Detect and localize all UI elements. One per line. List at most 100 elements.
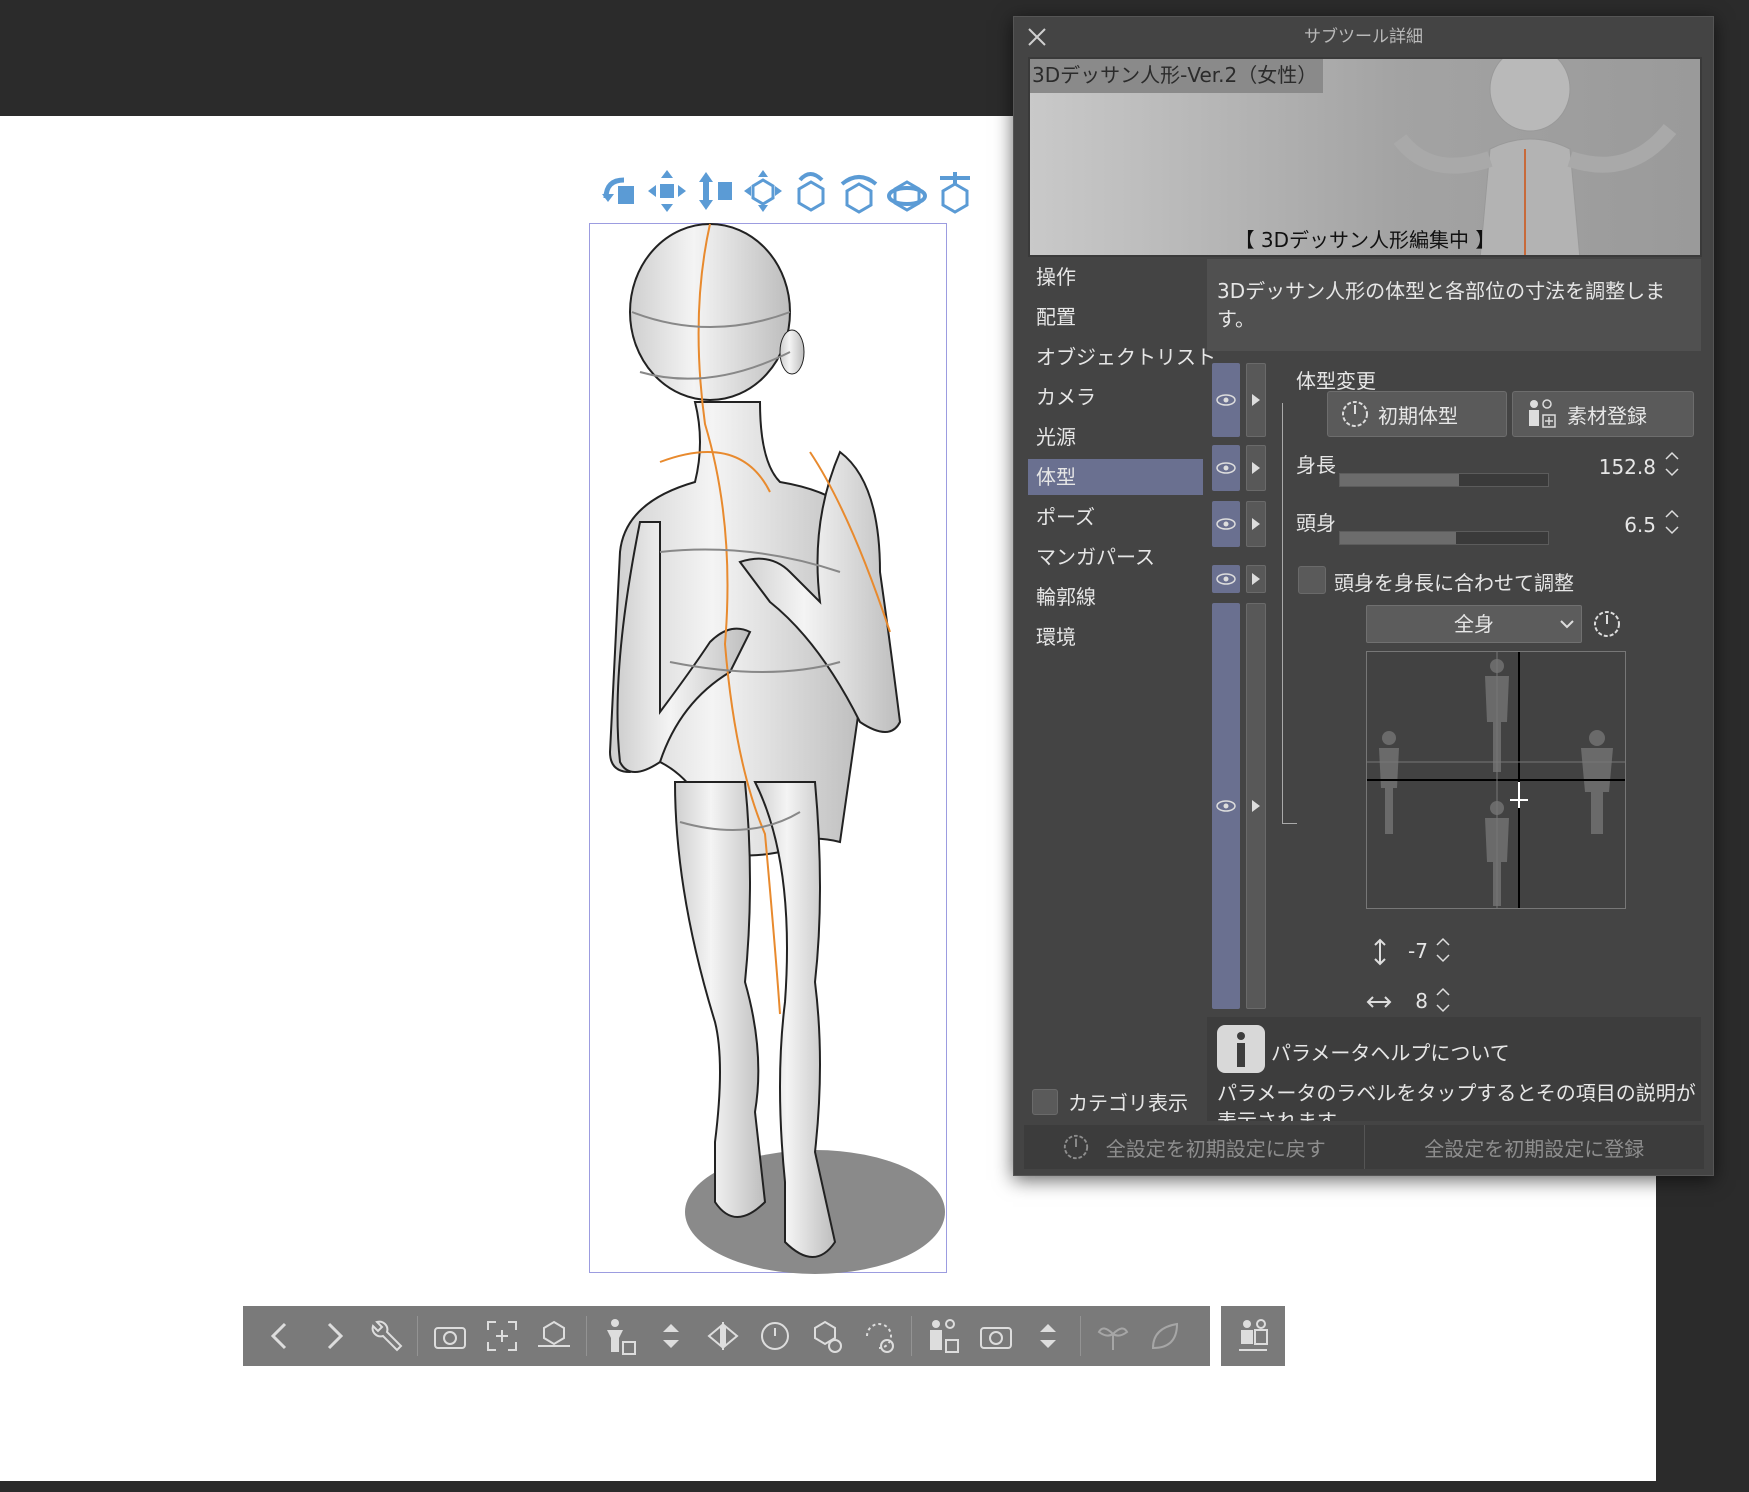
register-material-label: 素材登録 [1567, 403, 1647, 428]
expand-adjust-head[interactable] [1246, 565, 1266, 593]
head-ratio-value[interactable]: 6.5 [1544, 513, 1656, 537]
rotate-reset-icon[interactable] [853, 1310, 905, 1362]
head-ratio-spinner-icon[interactable] [1663, 507, 1681, 537]
expand-head-ratio[interactable] [1246, 501, 1266, 547]
body-shape-grid-graphic [1367, 652, 1625, 908]
body-shape-grid[interactable] [1366, 651, 1626, 909]
adjust-head-ratio-checkbox[interactable] [1298, 566, 1326, 594]
camera-icon[interactable] [424, 1310, 476, 1362]
reset-pose-icon[interactable] [749, 1310, 801, 1362]
mirror-icon[interactable] [697, 1310, 749, 1362]
category-environment[interactable]: 環境 [1028, 619, 1203, 655]
triangle-right-icon [1252, 573, 1260, 585]
vertical-arrow-icon [1374, 938, 1386, 966]
wrench-icon[interactable] [359, 1310, 411, 1362]
leaf-icon[interactable] [1139, 1310, 1191, 1362]
expand-body-part[interactable] [1246, 603, 1266, 1009]
register-all-label: 全設定を初期設定に登録 [1424, 1136, 1645, 1161]
expand-height[interactable] [1246, 445, 1266, 491]
body-part-select-value: 全身 [1454, 612, 1494, 636]
register-all-button[interactable]: 全設定を初期設定に登録 [1365, 1125, 1705, 1169]
camera-icon[interactable] [970, 1310, 1022, 1362]
camera-pan-icon[interactable] [646, 168, 688, 214]
category-outline[interactable]: 輪郭線 [1028, 579, 1203, 615]
object-align-ground-icon[interactable] [934, 168, 976, 214]
category-manga-perspective[interactable]: マンガパース [1028, 539, 1203, 575]
object-move-icon[interactable] [742, 168, 784, 214]
vertical-spinner-icon[interactable] [1434, 935, 1452, 965]
group-bracket [1282, 403, 1297, 824]
panel-footer: 全設定を初期設定に戻す 全設定を初期設定に登録 [1024, 1125, 1704, 1169]
reset-all-label: 全設定を初期設定に戻す [1105, 1136, 1326, 1161]
next-icon[interactable] [307, 1310, 359, 1362]
initial-body-button[interactable]: 初期体型 [1327, 391, 1507, 437]
head-ratio-label[interactable]: 頭身 [1296, 507, 1336, 536]
eye-toggle-body-change[interactable] [1212, 363, 1240, 437]
register-material-button[interactable]: 素材登録 [1512, 391, 1694, 437]
height-spinner-icon[interactable] [1663, 449, 1681, 479]
register-material-icon [1529, 399, 1556, 428]
3d-drawing-figure[interactable] [580, 222, 980, 1312]
eye-toggle-adjust-head[interactable] [1212, 565, 1240, 593]
eye-icon [1216, 518, 1236, 530]
category-display-label: カテゴリ表示 [1068, 1091, 1188, 1115]
fit-to-view-icon[interactable] [476, 1310, 528, 1362]
object-rotate-z-icon[interactable] [886, 168, 928, 214]
head-ratio-slider[interactable] [1339, 531, 1549, 545]
category-object-list[interactable]: オブジェクトリスト [1028, 339, 1216, 375]
category-camera[interactable]: カメラ [1028, 379, 1203, 415]
figure-swap-icon [1239, 1319, 1268, 1351]
expand-body-change[interactable] [1246, 363, 1266, 437]
separator [417, 1316, 418, 1356]
height-label[interactable]: 身長 [1296, 449, 1336, 478]
height-slider-fill [1340, 474, 1459, 486]
triangle-right-icon [1252, 800, 1260, 812]
category-pose[interactable]: ポーズ [1028, 499, 1203, 535]
reset-body-part-icon[interactable] [1592, 609, 1622, 639]
figure-swap-button[interactable] [1221, 1306, 1285, 1366]
vertical-value[interactable]: -7 [1394, 939, 1428, 963]
register-figure-icon[interactable] [918, 1310, 970, 1362]
object-rotate-x-icon[interactable] [790, 168, 832, 214]
triangle-right-icon [1252, 518, 1260, 530]
height-value[interactable]: 152.8 [1544, 455, 1656, 479]
camera-rotate-icon[interactable] [598, 168, 640, 214]
plant-icon[interactable] [1087, 1310, 1139, 1362]
horizontal-spinner-icon[interactable] [1434, 985, 1452, 1015]
reset-icon [1342, 401, 1368, 427]
eye-toggle-head-ratio[interactable] [1212, 501, 1240, 547]
eye-toggle-height[interactable] [1212, 445, 1240, 491]
category-body-shape[interactable]: 体型 [1028, 459, 1203, 495]
category-light-source[interactable]: 光源 [1028, 419, 1203, 455]
category-placement[interactable]: 配置 [1028, 299, 1203, 335]
separator [1080, 1316, 1081, 1356]
category-display-toggle[interactable]: カテゴリ表示 [1032, 1087, 1188, 1116]
object-launcher [243, 1306, 1210, 1366]
triangle-right-icon [1252, 394, 1260, 406]
category-description: 3Dデッサン人形の体型と各部位の寸法を調整します。 [1207, 259, 1701, 351]
object-rotate-y-icon[interactable] [838, 168, 880, 214]
height-slider[interactable] [1339, 473, 1549, 487]
body-change-heading: 体型変更 [1296, 369, 1376, 393]
prev-icon[interactable] [255, 1310, 307, 1362]
eye-toggle-body-part[interactable] [1212, 603, 1240, 1009]
subtool-detail-panel: サブツール詳細 3Dデッサン人形-Ver.2（女性） 【 3Dデッサン人形編集中… [1013, 16, 1714, 1176]
category-display-checkbox[interactable] [1032, 1088, 1058, 1115]
body-part-select[interactable]: 全身 [1366, 605, 1582, 643]
adjust-head-ratio-label[interactable]: 頭身を身長に合わせて調整 [1334, 567, 1574, 596]
reset-icon [1063, 1134, 1088, 1160]
updown-icon[interactable] [1022, 1310, 1074, 1362]
horizontal-value[interactable]: 8 [1394, 989, 1428, 1013]
info-icon [1217, 1025, 1265, 1073]
preview-figure-name: 3Dデッサン人形-Ver.2（女性） [1030, 59, 1324, 93]
object-reset-icon[interactable] [801, 1310, 853, 1362]
eye-icon [1216, 800, 1236, 812]
category-operation[interactable]: 操作 [1028, 259, 1203, 295]
add-figure-icon[interactable] [593, 1310, 645, 1362]
ground-icon[interactable] [528, 1310, 580, 1362]
updown-icon[interactable] [645, 1310, 697, 1362]
reset-all-button[interactable]: 全設定を初期設定に戻す [1024, 1125, 1364, 1169]
separator [586, 1316, 587, 1356]
camera-dolly-icon[interactable] [694, 168, 736, 214]
separator [911, 1316, 912, 1356]
